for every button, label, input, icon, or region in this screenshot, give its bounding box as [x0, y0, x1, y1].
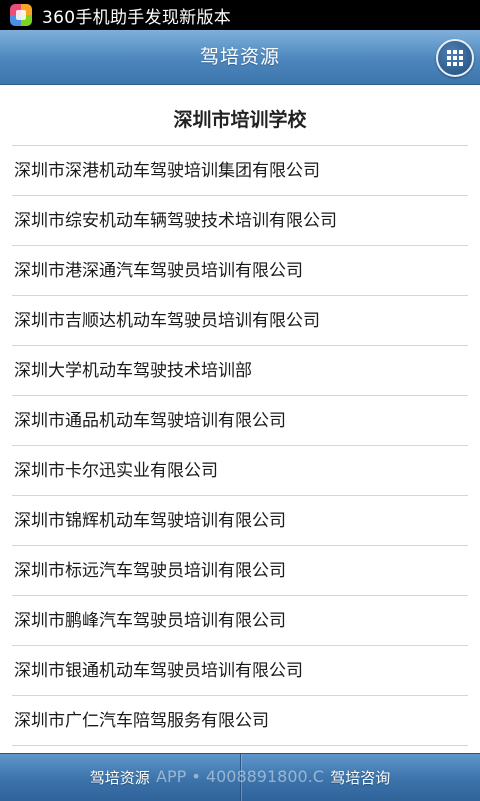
- menu-button[interactable]: [436, 39, 474, 77]
- content-area: 深圳市培训学校 深圳市深港机动车驾驶培训集团有限公司 深圳市综安机动车辆驾驶技术…: [0, 85, 480, 753]
- school-list: 深圳市深港机动车驾驶培训集团有限公司 深圳市综安机动车辆驾驶技术培训有限公司 深…: [0, 146, 480, 746]
- section-title: 深圳市培训学校: [12, 85, 468, 146]
- list-item[interactable]: 深圳市银通机动车驾驶员培训有限公司: [12, 646, 468, 696]
- list-item[interactable]: 深圳市广仁汽车陪驾服务有限公司: [12, 696, 468, 746]
- list-item[interactable]: 深圳市通品机动车驾驶培训有限公司: [12, 396, 468, 446]
- tab-driving-resources[interactable]: 驾培资源: [0, 754, 240, 801]
- list-item[interactable]: 深圳市吉顺达机动车驾驶员培训有限公司: [12, 296, 468, 346]
- grid-menu-icon: [447, 50, 463, 66]
- list-item[interactable]: 深圳市标远汽车驾驶员培训有限公司: [12, 546, 468, 596]
- page-title: 驾培资源: [0, 30, 480, 84]
- list-item[interactable]: 深圳大学机动车驾驶技术培训部: [12, 346, 468, 396]
- list-item[interactable]: 深圳市综安机动车辆驾驶技术培训有限公司: [12, 196, 468, 246]
- notification-text: 360手机助手发现新版本: [42, 3, 231, 28]
- status-bar: 360手机助手发现新版本: [0, 0, 480, 30]
- app-store-icon: [10, 4, 32, 26]
- header-bar: 驾培资源: [0, 30, 480, 85]
- list-item[interactable]: 深圳市鹏峰汽车驾驶员培训有限公司: [12, 596, 468, 646]
- list-item[interactable]: 深圳市港深通汽车驾驶员培训有限公司: [12, 246, 468, 296]
- list-item[interactable]: 深圳市锦辉机动车驾驶培训有限公司: [12, 496, 468, 546]
- tab-driving-consultation[interactable]: 驾培咨询: [241, 754, 480, 801]
- list-item[interactable]: 深圳市深港机动车驾驶培训集团有限公司: [12, 146, 468, 196]
- bottom-tab-bar: 驾培资源 驾培咨询: [0, 753, 480, 801]
- list-item[interactable]: 深圳市卡尔迅实业有限公司: [12, 446, 468, 496]
